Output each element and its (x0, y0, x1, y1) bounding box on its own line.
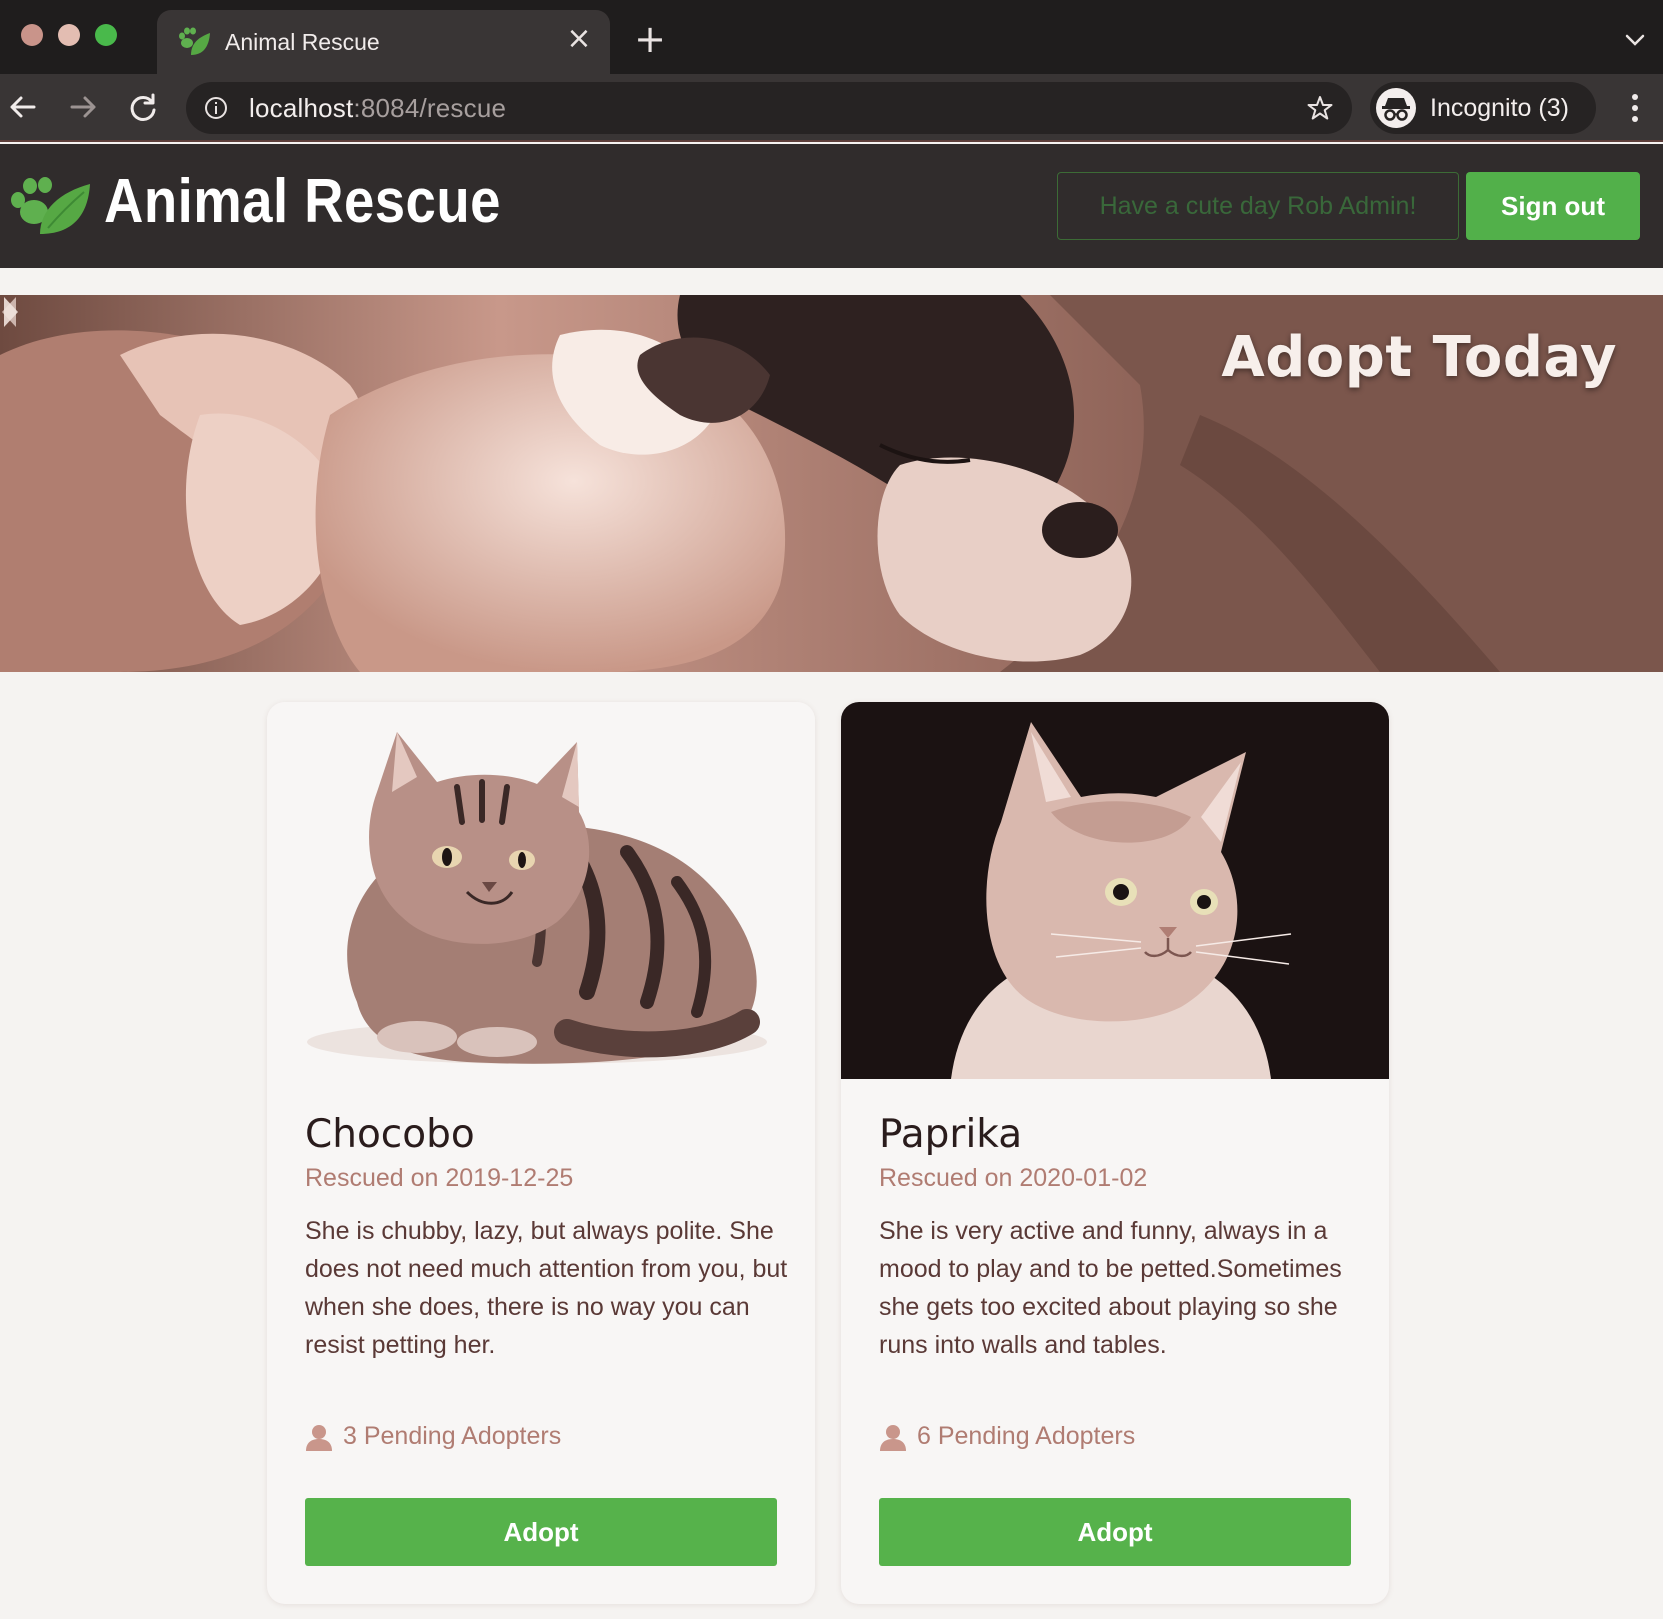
animal-photo (267, 702, 815, 1079)
window-close-button[interactable] (21, 24, 43, 46)
pending-adopters: 3 Pending Adopters (305, 1422, 561, 1451)
animal-name: Chocobo (305, 1112, 475, 1157)
animal-photo (841, 702, 1389, 1079)
tab-title: Animal Rescue (225, 29, 380, 55)
sign-out-button[interactable]: Sign out (1466, 172, 1640, 240)
adopt-button[interactable]: Adopt (879, 1498, 1351, 1566)
rescue-date: Rescued on 2020-01-02 (879, 1164, 1148, 1192)
profile-button[interactable]: Incognito (3) (1370, 82, 1596, 134)
incognito-icon (1376, 88, 1416, 128)
paw-leaf-icon (179, 27, 210, 55)
star-icon[interactable] (1306, 94, 1334, 122)
arrow-left-icon[interactable] (4, 88, 42, 126)
adopt-button[interactable]: Adopt (305, 1498, 777, 1566)
info-icon[interactable] (204, 96, 228, 120)
animal-name: Paprika (879, 1112, 1023, 1157)
window-zoom-button[interactable] (95, 24, 117, 46)
chevron-down-icon[interactable] (1623, 28, 1647, 52)
animal-card: Chocobo Rescued on 2019-12-25 She is chu… (267, 702, 815, 1604)
window-minimize-button[interactable] (58, 24, 80, 46)
reload-icon[interactable] (124, 88, 162, 126)
app-header: Animal Rescue Have a cute day Rob Admin!… (0, 144, 1663, 268)
address-bar[interactable]: localhost:8084/rescue (186, 82, 1352, 134)
tab-close-icon[interactable]: × (564, 24, 594, 54)
hero-carousel: Adopt Today (0, 295, 1663, 672)
greeting-message: Have a cute day Rob Admin! (1057, 172, 1459, 240)
browser-tab-active[interactable]: Animal Rescue × (157, 10, 610, 74)
url-host: localhost (249, 93, 354, 123)
animal-description: She is very active and funny, always in … (879, 1217, 1342, 1359)
user-icon (880, 1424, 906, 1451)
pending-adopters-label: 6 Pending Adopters (917, 1422, 1136, 1450)
url-path: :8084/rescue (353, 93, 507, 123)
browser-toolbar: localhost:8084/rescue Incognito (3) (0, 74, 1663, 142)
kebab-menu-icon[interactable] (1620, 88, 1650, 128)
new-tab-button[interactable]: + (633, 20, 667, 58)
paw-leaf-icon[interactable] (8, 172, 92, 236)
arrow-right-icon[interactable] (64, 88, 102, 126)
animal-card: Paprika Rescued on 2020-01-02 She is ver… (841, 702, 1389, 1604)
user-icon (306, 1424, 332, 1451)
carousel-next-icon[interactable] (0, 295, 20, 329)
pending-adopters: 6 Pending Adopters (879, 1422, 1135, 1451)
pending-adopters-label: 3 Pending Adopters (343, 1422, 562, 1450)
rescue-date: Rescued on 2019-12-25 (305, 1164, 574, 1192)
hero-title: Adopt Today (1221, 325, 1617, 390)
brand-name[interactable]: Animal Rescue (104, 166, 501, 237)
animal-description: She is chubby, lazy, but always polite. … (305, 1217, 788, 1359)
url-text: localhost:8084/rescue (249, 93, 506, 124)
browser-tab-bar: Animal Rescue × + (0, 0, 1663, 74)
profile-label: Incognito (3) (1430, 94, 1569, 122)
